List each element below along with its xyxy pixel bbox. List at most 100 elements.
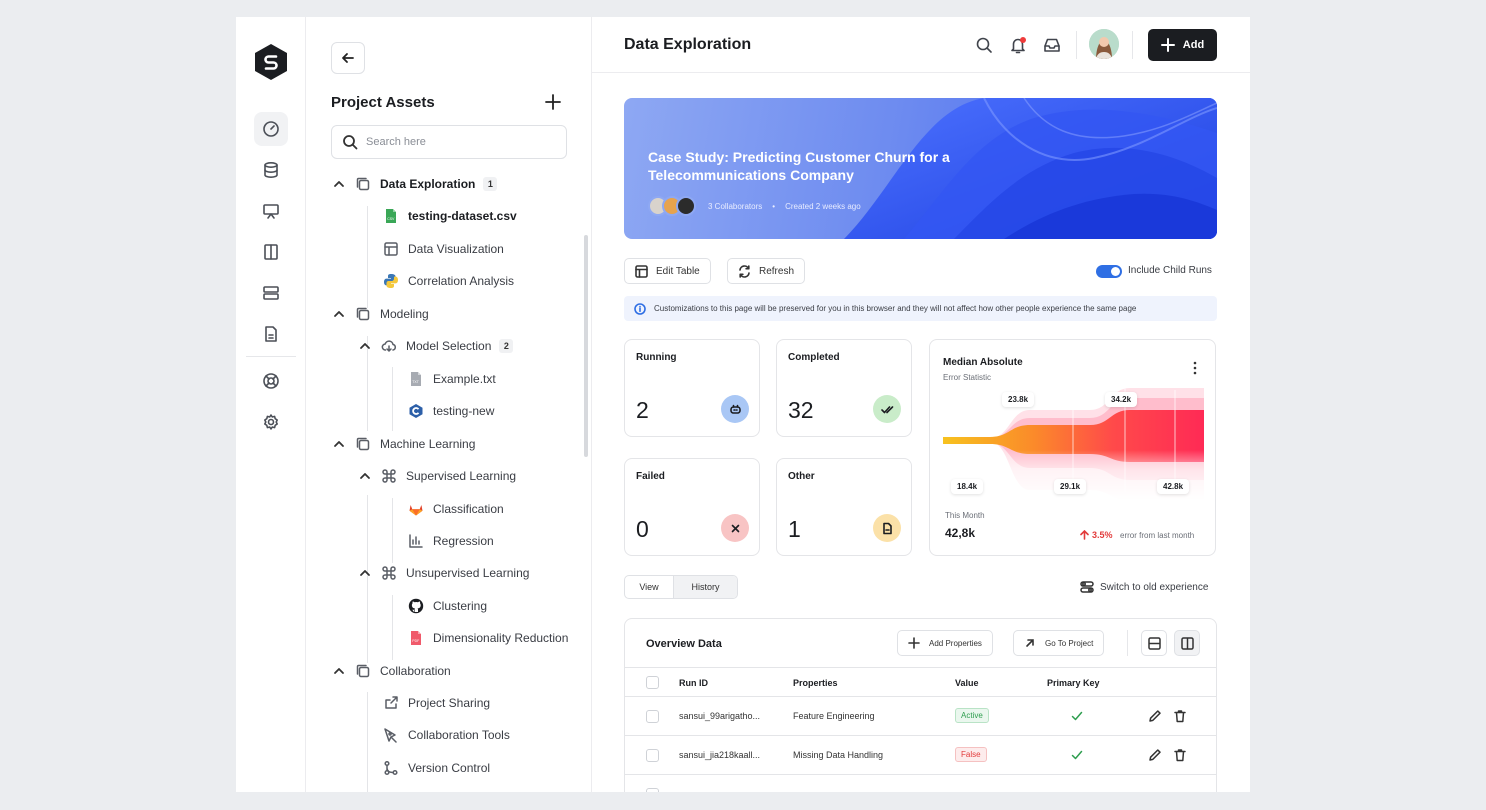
close-icon: [721, 514, 749, 542]
svg-text:PDF: PDF: [412, 639, 419, 643]
folder-icon: [355, 663, 371, 679]
folder-icon: [355, 436, 371, 452]
add-properties-button[interactable]: Add Properties: [897, 630, 993, 656]
chevron-up-icon[interactable]: [359, 567, 371, 579]
edit-icon[interactable]: [1148, 709, 1162, 723]
funnel-label: 29.1k: [1054, 479, 1087, 494]
edit-table-button[interactable]: Edit Table: [624, 258, 711, 284]
tree-item-correlation-analysis[interactable]: Correlation Analysis: [383, 270, 514, 292]
tree-item-label: testing-dataset.csv: [408, 209, 517, 223]
table-row-partial[interactable]: [625, 775, 1216, 792]
tree-folder-model-selection[interactable]: Model Selection 2: [359, 335, 514, 357]
stat-card-completed[interactable]: Completed 32: [776, 339, 912, 437]
add-asset-button[interactable]: [544, 93, 566, 115]
columns-icon[interactable]: [254, 235, 288, 269]
more-vertical-icon[interactable]: [1188, 360, 1202, 376]
tree-file-testing-dataset[interactable]: CSV testing-dataset.csv: [383, 205, 517, 227]
tree-item-label: Unsupervised Learning: [406, 566, 530, 580]
tree-item-collaboration-tools[interactable]: Collaboration Tools: [383, 724, 510, 746]
rail-divider: [246, 356, 296, 357]
stat-card-other[interactable]: Other 1: [776, 458, 912, 556]
tree-folder-unsupervised-learning[interactable]: Unsupervised Learning: [359, 562, 529, 584]
refresh-button[interactable]: Refresh: [727, 258, 806, 284]
tree-item-data-visualization[interactable]: Data Visualization: [383, 238, 504, 260]
tree-item-project-sharing[interactable]: Project Sharing: [383, 692, 490, 714]
svg-text:CSV: CSV: [387, 217, 395, 221]
tree-item-label: Modeling: [380, 307, 429, 321]
table-row[interactable]: sansui_jia218kaall... Missing Data Handl…: [625, 736, 1216, 775]
arrow-left-icon: [342, 53, 354, 63]
row-checkbox[interactable]: [646, 749, 659, 762]
columns-layout-icon[interactable]: [1174, 630, 1200, 656]
gitlab-icon: [408, 501, 424, 517]
overview-data-table: Overview Data Add Properties Go To Proje…: [624, 618, 1217, 792]
tree-folder-supervised-learning[interactable]: Supervised Learning: [359, 465, 516, 487]
go-to-project-button[interactable]: Go To Project: [1013, 630, 1105, 656]
plus-icon: [1160, 38, 1175, 52]
search-icon[interactable]: [975, 36, 993, 54]
document-icon[interactable]: [254, 317, 288, 351]
add-button[interactable]: Add: [1148, 29, 1217, 61]
chevron-up-icon[interactable]: [333, 178, 345, 190]
trash-icon[interactable]: [1173, 709, 1187, 723]
tree-file-testing-new[interactable]: testing-new: [408, 400, 494, 422]
dashboard-icon[interactable]: [254, 112, 288, 146]
tree-item-version-control[interactable]: Version Control: [383, 757, 490, 779]
include-child-runs-toggle[interactable]: [1096, 265, 1122, 278]
info-text: Customizations to this page will be pres…: [654, 304, 1137, 313]
inbox-icon[interactable]: [1043, 36, 1061, 54]
tree-folder-collaboration[interactable]: Collaboration: [333, 660, 451, 682]
run-id: sansui_99arigatho...: [679, 711, 761, 721]
chevron-up-icon[interactable]: [359, 340, 371, 352]
search-input[interactable]: [366, 136, 556, 148]
tree-folder-modeling[interactable]: Modeling: [333, 303, 429, 325]
funnel-label: 18.4k: [951, 479, 984, 494]
csv-file-icon: CSV: [383, 208, 399, 224]
arrow-up-right-icon: [1026, 639, 1034, 647]
avatar[interactable]: [1089, 29, 1119, 59]
select-all-checkbox[interactable]: [646, 676, 659, 689]
include-child-runs-label: Include Child Runs: [1128, 265, 1212, 276]
tree-folder-data-exploration[interactable]: Data Exploration 1: [333, 173, 498, 195]
chevron-up-icon[interactable]: [333, 665, 345, 677]
presentation-icon[interactable]: [254, 194, 288, 228]
table-icon: [383, 241, 399, 257]
chevron-up-icon[interactable]: [333, 438, 345, 450]
settings-icon[interactable]: [254, 405, 288, 439]
info-icon: [634, 302, 646, 315]
trash-icon[interactable]: [1173, 748, 1187, 762]
chevron-up-icon[interactable]: [359, 470, 371, 482]
server-icon[interactable]: [254, 276, 288, 310]
tab-view[interactable]: View: [625, 576, 673, 598]
hero-banner: Case Study: Predicting Customer Churn fo…: [624, 98, 1217, 239]
tree-item-classification[interactable]: Classification: [408, 498, 504, 520]
tree-file-example-txt[interactable]: TXT Example.txt: [408, 368, 496, 390]
rows-layout-icon[interactable]: [1141, 630, 1167, 656]
icon-rail: [236, 17, 306, 792]
table-row[interactable]: sansui_99arigatho... Feature Engineering…: [625, 697, 1216, 736]
project-assets-panel: Project Assets Data Exploration 1 CSV te…: [306, 17, 592, 792]
logo[interactable]: [252, 43, 290, 81]
scrollbar[interactable]: [584, 235, 588, 457]
row-checkbox[interactable]: [646, 710, 659, 723]
stat-card-failed[interactable]: Failed 0: [624, 458, 760, 556]
chevron-up-icon[interactable]: [333, 308, 345, 320]
row-checkbox[interactable]: [646, 788, 659, 792]
tab-history[interactable]: History: [673, 576, 737, 598]
switch-old-experience-link[interactable]: Switch to old experience: [1080, 580, 1208, 594]
collaborator-avatar[interactable]: [676, 196, 696, 216]
tree-item-clustering[interactable]: Clustering: [408, 595, 487, 617]
run-id: sansui_jia218kaall...: [679, 750, 761, 760]
search-field[interactable]: [331, 125, 567, 159]
help-icon[interactable]: [254, 364, 288, 398]
edit-icon[interactable]: [1148, 748, 1162, 762]
meta-separator: •: [772, 201, 776, 211]
back-button[interactable]: [331, 42, 365, 74]
database-icon[interactable]: [254, 153, 288, 187]
tree-folder-machine-learning[interactable]: Machine Learning: [333, 433, 475, 455]
tree-item-dimensionality-reduction[interactable]: PDF Dimensionality Reduction: [408, 627, 568, 649]
stat-card-running[interactable]: Running 2: [624, 339, 760, 437]
tree-item-regression[interactable]: Regression: [408, 530, 494, 552]
change-percent: 3.5%: [1080, 530, 1113, 540]
column-header: Value: [955, 678, 979, 688]
